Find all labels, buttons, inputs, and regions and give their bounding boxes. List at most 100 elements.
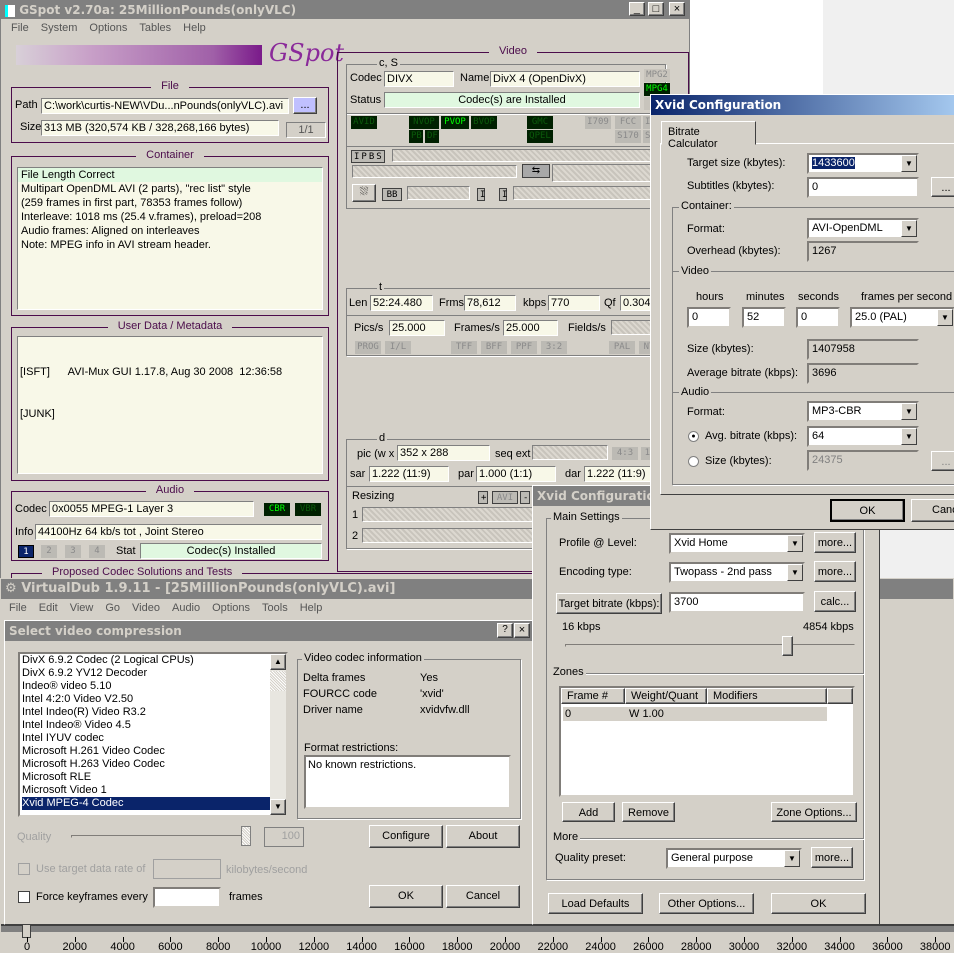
audio-format-select[interactable]: MP3-CBR ▼ <box>807 401 919 422</box>
resize-minus-button[interactable]: - <box>520 491 530 504</box>
audio-track-3-button[interactable]: 3 <box>65 545 81 558</box>
keyframes-input[interactable] <box>153 887 221 908</box>
audio-size-radio[interactable] <box>688 456 699 467</box>
menu-options[interactable]: Options <box>89 22 127 34</box>
menu-tools[interactable]: Tools <box>262 602 288 614</box>
minutes-input[interactable]: 52 <box>742 307 786 328</box>
zone-row[interactable]: 0 W 1.00 <box>563 707 827 721</box>
codec-list-item[interactable]: Microsoft H.263 Video Codec <box>22 758 286 771</box>
quality-slider[interactable] <box>71 835 247 838</box>
encoding-more-button[interactable]: more... <box>814 561 856 582</box>
userdata-list[interactable]: [ISFT] AVI-Mux GUI 1.17.8, Aug 30 2008 1… <box>17 336 323 474</box>
codec-list-item[interactable]: Microsoft RLE <box>22 771 286 784</box>
minimize-button[interactable]: _ <box>628 2 645 16</box>
codec-list-item[interactable]: Microsoft Video 1 <box>22 784 286 797</box>
ok-button[interactable]: OK <box>771 893 866 914</box>
col-frame[interactable]: Frame # <box>561 688 625 704</box>
about-button[interactable]: About <box>446 825 520 848</box>
path-field[interactable]: C:\work\curtis-NEW\VDu...nPounds(onlyVLC… <box>41 98 289 114</box>
zone-options-button[interactable]: Zone Options... <box>771 802 857 822</box>
load-defaults-button[interactable]: Load Defaults <box>548 893 643 914</box>
audio-bitrate-select[interactable]: 64 ▼ <box>807 426 919 447</box>
other-options-button[interactable]: Other Options... <box>659 893 754 914</box>
subtitles-input[interactable]: 0 <box>807 177 919 198</box>
codec-list-item[interactable]: Intel Indeo(R) Video R3.2 <box>22 706 286 719</box>
bitrate-slider[interactable] <box>565 644 855 647</box>
scroll-thumb[interactable] <box>270 671 286 691</box>
codec-list-item[interactable]: Indeo® video 5.10 <box>22 680 286 693</box>
encoding-type-select[interactable]: Twopass - 2nd pass ▼ <box>669 562 805 583</box>
audio-track-1-button[interactable]: 1 <box>18 545 34 558</box>
scroll-down-arrow-icon[interactable]: ▼ <box>270 799 286 815</box>
profile-more-button[interactable]: more... <box>814 532 856 553</box>
menu-edit[interactable]: Edit <box>39 602 58 614</box>
dialog-title[interactable]: Select video compression <box>5 621 533 641</box>
audio-size-browse-button[interactable]: ... <box>931 451 954 471</box>
zones-table[interactable]: Frame # Weight/Quant Modifiers 0 W 1.00 <box>559 686 855 797</box>
menu-help[interactable]: Help <box>300 602 323 614</box>
swap-icon[interactable]: ⇆ <box>522 164 550 178</box>
browse-button[interactable]: ... <box>293 97 317 114</box>
audio-track-4-button[interactable]: 4 <box>89 545 105 558</box>
force-keyframes-checkbox[interactable] <box>18 891 30 903</box>
dialog-title[interactable]: Xvid Configuration <box>651 95 954 115</box>
col-modifiers[interactable]: Modifiers <box>707 688 827 704</box>
maximize-button[interactable]: □ <box>647 2 664 16</box>
ok-button[interactable]: OK <box>830 499 905 522</box>
cancel-button[interactable]: Cancel <box>911 499 954 522</box>
target-size-select[interactable]: 1433600 ▼ <box>807 153 919 174</box>
menu-file[interactable]: File <box>9 602 27 614</box>
resize-avi-button[interactable]: AVI <box>492 491 518 504</box>
codec-list-item[interactable]: Intel Indeo® Video 4.5 <box>22 719 286 732</box>
subtitles-browse-button[interactable]: ... <box>931 177 954 197</box>
gspot-titlebar[interactable]: GSpot v2.70a: 25MillionPounds(onlyVLC) <box>1 1 689 19</box>
resize-plus-button[interactable]: + <box>478 491 488 504</box>
menu-file[interactable]: File <box>11 22 29 34</box>
graph-icon-button[interactable]: ⛆ <box>352 184 376 202</box>
seconds-input[interactable]: 0 <box>796 307 840 328</box>
add-zone-button[interactable]: Add <box>562 802 615 822</box>
codec-list[interactable]: DivX 6.9.2 Codec (2 Logical CPUs) DivX 6.… <box>18 652 288 817</box>
menu-system[interactable]: System <box>41 22 78 34</box>
menu-tables[interactable]: Tables <box>139 22 171 34</box>
menu-audio[interactable]: Audio <box>172 602 200 614</box>
preset-more-button[interactable]: more... <box>811 847 853 868</box>
fps-select[interactable]: 25.0 (PAL) ▼ <box>850 307 954 328</box>
codec-list-scrollbar[interactable]: ▲ ▼ <box>270 654 286 815</box>
codec-list-item[interactable]: Intel 4:2:0 Video V2.50 <box>22 693 286 706</box>
bitrate-slider-thumb[interactable] <box>781 636 793 656</box>
menu-video[interactable]: Video <box>132 602 160 614</box>
menu-go[interactable]: Go <box>105 602 120 614</box>
codec-list-item[interactable]: Microsoft H.261 Video Codec <box>22 745 286 758</box>
calc-button[interactable]: calc... <box>814 591 856 612</box>
container-format-select[interactable]: AVI-OpenDML ▼ <box>807 218 919 239</box>
target-rate-checkbox[interactable] <box>18 863 30 875</box>
target-bitrate-button[interactable]: Target bitrate (kbps): <box>556 593 662 614</box>
ok-button[interactable]: OK <box>369 885 443 908</box>
audio-track-2-button[interactable]: 2 <box>41 545 57 558</box>
cancel-button[interactable]: Cancel <box>446 885 520 908</box>
quality-slider-thumb[interactable] <box>241 826 251 846</box>
codec-list-item[interactable]: DivX 6.9.2 YV12 Decoder <box>22 667 286 680</box>
col-weight[interactable]: Weight/Quant <box>625 688 707 704</box>
target-rate-input[interactable] <box>153 859 221 879</box>
menu-help[interactable]: Help <box>183 22 206 34</box>
target-bitrate-input[interactable]: 3700 <box>669 592 805 613</box>
close-button[interactable]: × <box>669 2 685 16</box>
avg-bitrate-radio[interactable]: ● <box>688 431 699 442</box>
menu-options[interactable]: Options <box>212 602 250 614</box>
configure-button[interactable]: Configure <box>369 825 443 848</box>
remove-zone-button[interactable]: Remove <box>622 802 675 822</box>
hours-input[interactable]: 0 <box>687 307 731 328</box>
close-button[interactable]: × <box>514 623 530 638</box>
codec-list-item[interactable]: DivX 6.9.2 Codec (2 Logical CPUs) <box>22 654 286 667</box>
timeline-track[interactable] <box>1 924 954 932</box>
scroll-up-arrow-icon[interactable]: ▲ <box>270 654 286 670</box>
container-info-list[interactable]: File Length Correct Multipart OpenDML AV… <box>17 167 323 310</box>
codec-list-item[interactable]: Xvid MPEG-4 Codec <box>22 797 286 810</box>
tab-bitrate-calculator[interactable]: Bitrate Calculator <box>661 121 756 150</box>
help-button[interactable]: ? <box>497 623 513 638</box>
menu-view[interactable]: View <box>70 602 94 614</box>
quality-preset-select[interactable]: General purpose ▼ <box>666 848 802 869</box>
codec-list-item[interactable]: Intel IYUV codec <box>22 732 286 745</box>
